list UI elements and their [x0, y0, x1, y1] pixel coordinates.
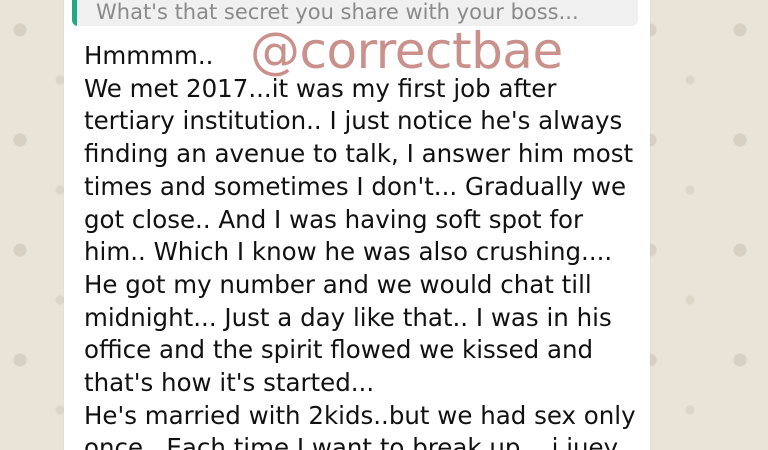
- message-text: Hmmmm.. We met 2017...it was my first jo…: [84, 40, 644, 450]
- message-line: He got my number and we would chat till: [84, 269, 592, 299]
- message-line: times and sometimes I don't... Gradually…: [84, 171, 627, 201]
- message-line: He's married with 2kids..but we had sex …: [84, 400, 636, 430]
- message-line: finding an avenue to talk, I answer him …: [84, 139, 634, 169]
- message-line: him.. Which I know he was also crushing.…: [84, 237, 613, 267]
- message-line: got close.. And I was having soft spot f…: [84, 204, 584, 234]
- message-line: tertiary institution.. I just notice he'…: [84, 106, 623, 136]
- message-line: once.. Each time I want to break up... i…: [84, 433, 619, 450]
- watermark: @correctbae: [250, 22, 563, 80]
- message-line: midnight... Just a day like that.. I was…: [84, 302, 612, 332]
- message-line: office and the spirit flowed we kissed a…: [84, 335, 594, 365]
- quote-accent-bar: [72, 0, 77, 26]
- quoted-message-text: What's that secret you share with your b…: [96, 0, 579, 24]
- message-line: that's how it's started...: [84, 368, 375, 398]
